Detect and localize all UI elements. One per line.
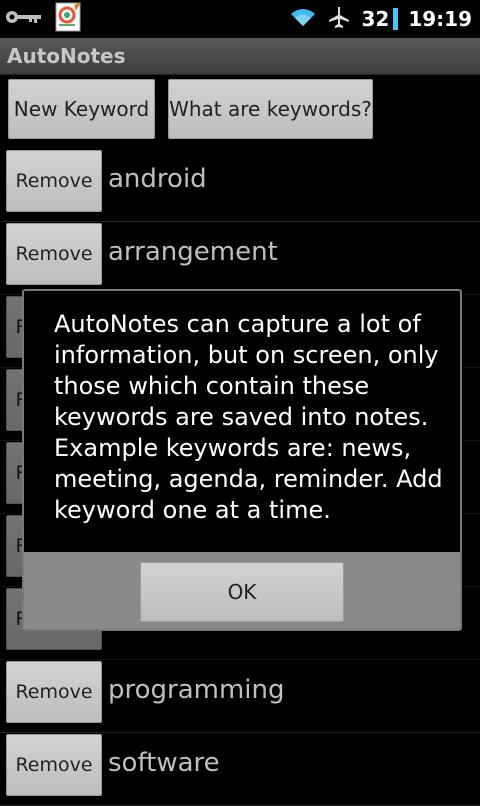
ok-button[interactable]: OK [140,562,344,622]
list-item: Remove arrangement [0,221,480,295]
wifi-icon [289,6,317,32]
what-are-keywords-button[interactable]: What are keywords? [168,79,373,139]
dialog-button-bar: OK [24,552,460,629]
status-bar: 32 19:19 [0,0,480,38]
notification-icons [4,2,84,36]
remove-button[interactable]: Remove [6,734,102,796]
battery-icon [393,8,399,30]
remove-button[interactable]: Remove [6,661,102,723]
info-dialog: AutoNotes can capture a lot of informati… [22,289,462,631]
clock: 19:19 [408,7,472,31]
app-notes-icon [54,1,84,37]
new-keyword-button[interactable]: New Keyword [8,79,155,139]
keyword-label: arrangement [108,237,278,267]
title-bar: AutoNotes [0,38,480,75]
remove-button[interactable]: Remove [6,223,102,285]
list-item: Remove software [0,732,480,806]
app-title: AutoNotes [7,44,126,68]
list-item: Remove programming [0,659,480,733]
system-icons: 32 19:19 [289,0,472,38]
remove-button[interactable]: Remove [6,150,102,212]
battery-level: 32 [361,7,390,31]
key-icon [4,7,44,31]
keyword-label: software [108,748,220,778]
keyword-label: android [108,164,207,194]
keyword-label: programming [108,675,285,705]
dialog-message: AutoNotes can capture a lot of informati… [54,310,443,524]
list-item: Remove android [0,148,480,222]
airplane-mode-icon [327,5,351,33]
